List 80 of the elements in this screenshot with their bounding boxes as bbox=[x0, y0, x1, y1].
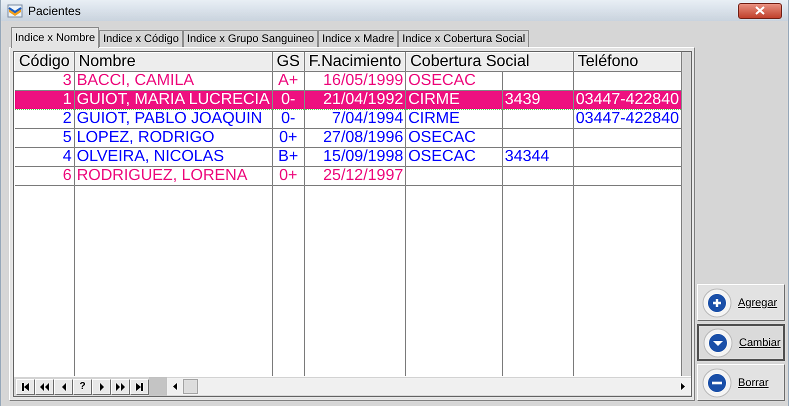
tab[interactable]: Indice x Cobertura Social bbox=[398, 30, 530, 47]
minus-icon bbox=[702, 368, 732, 398]
vertical-scrollbar[interactable] bbox=[682, 52, 691, 376]
app-icon bbox=[7, 4, 23, 18]
table-cell: GUIOT, PABLO JOAQUIN bbox=[76, 110, 262, 127]
close-icon bbox=[755, 6, 765, 15]
action-button[interactable]: Agregar bbox=[697, 284, 785, 321]
left-arrow-icon bbox=[62, 382, 66, 390]
table-row[interactable]: 5 LOPEZ, RODRIGO 0+ 27/08/1996 OSECAC bbox=[14, 128, 682, 148]
table-row[interactable]: 4 OLVEIRA, NICOLAS B+ 15/09/1998 OSECAC 34344 bbox=[14, 148, 682, 166]
empty-cell bbox=[502, 128, 574, 148]
first-record-icon bbox=[22, 382, 29, 390]
table-cell: LOPEZ, RODRIGO bbox=[76, 129, 214, 146]
table-cell: 6 bbox=[62, 167, 72, 184]
table-cell: 25/12/1997 bbox=[323, 167, 404, 184]
table-cell: 0+ bbox=[279, 167, 298, 184]
table-cell: CIRME bbox=[408, 110, 460, 127]
table-cell: GUIOT, MARIA LUCRECIA bbox=[76, 92, 270, 108]
tab[interactable]: Indice x Madre bbox=[318, 30, 398, 47]
column-header[interactable]: GS bbox=[272, 52, 304, 72]
table-cell: 4 bbox=[62, 148, 72, 165]
column-header[interactable]: F.Nacimiento bbox=[304, 52, 406, 72]
tab[interactable]: Indice x Nombre bbox=[11, 27, 100, 48]
table-cell: CIRME bbox=[408, 92, 460, 108]
table-cell: 03447-422840 bbox=[576, 92, 679, 108]
window-title: Pacientes bbox=[28, 4, 81, 18]
scroll-left-icon bbox=[173, 383, 177, 390]
navigator-button[interactable] bbox=[16, 378, 35, 394]
column-header[interactable]: Teléfono bbox=[573, 52, 682, 72]
help-button[interactable]: ? bbox=[73, 378, 92, 394]
table-cell: A+ bbox=[278, 72, 298, 89]
table-cell: 03447-422840 bbox=[576, 110, 679, 127]
column-header[interactable]: Código bbox=[14, 52, 74, 72]
empty-cell bbox=[502, 166, 574, 186]
double-right-arrow-icon bbox=[116, 382, 125, 390]
table-cell: 7/04/1994 bbox=[332, 110, 404, 127]
navigator-button[interactable] bbox=[130, 378, 149, 394]
double-left-arrow-icon bbox=[40, 382, 49, 390]
action-button[interactable]: Cambiar bbox=[697, 324, 785, 361]
navigator-button[interactable] bbox=[54, 378, 73, 394]
table-cell: OSECAC bbox=[408, 148, 476, 165]
table-cell: 16/05/1999 bbox=[323, 72, 404, 89]
table-cell: 3439 bbox=[504, 92, 540, 108]
table-cell: 21/04/1992 bbox=[323, 92, 404, 108]
plus-icon bbox=[702, 288, 732, 318]
table-cell: 5 bbox=[62, 129, 72, 146]
last-record-icon bbox=[136, 382, 143, 390]
navigator-button[interactable] bbox=[111, 378, 130, 394]
column-header[interactable]: Nombre bbox=[74, 52, 272, 72]
action-button[interactable]: Borrar bbox=[697, 364, 785, 401]
table-cell: 0+ bbox=[279, 129, 298, 146]
table-cell: B+ bbox=[278, 148, 298, 165]
table-cell: OSECAC bbox=[408, 72, 476, 89]
table-cell: 1 bbox=[62, 92, 72, 108]
empty-cell bbox=[502, 110, 574, 128]
table-cell: OLVEIRA, NICOLAS bbox=[76, 148, 224, 165]
close-button[interactable] bbox=[738, 2, 782, 18]
table-cell: 27/08/1996 bbox=[323, 129, 404, 146]
column-header[interactable]: Cobertura Social bbox=[406, 52, 574, 72]
table-cell: RODRIGUEZ, LORENA bbox=[76, 167, 248, 184]
right-arrow-icon bbox=[100, 382, 104, 390]
table-row[interactable]: 2 GUIOT, PABLO JOAQUIN 0- 7/04/1994 CIRME 03447-422840 bbox=[14, 110, 682, 128]
navigator-button[interactable] bbox=[92, 378, 111, 394]
table-cell: 0- bbox=[281, 92, 296, 108]
scroll-thumb[interactable] bbox=[183, 379, 198, 394]
tab[interactable]: Indice x Código bbox=[99, 30, 183, 47]
table-row[interactable]: 6 RODRIGUEZ, LORENA 0+ 25/12/1997 bbox=[14, 166, 682, 186]
navigator-button[interactable] bbox=[35, 378, 54, 394]
horizontal-scrollbar[interactable] bbox=[167, 378, 691, 395]
navigator-spacer bbox=[149, 377, 167, 396]
table-cell: 15/09/1998 bbox=[323, 148, 404, 165]
table-row[interactable]: 1 GUIOT, MARIA LUCRECIA 0- 21/04/1992 CIRME 3439 03447-422840 bbox=[14, 90, 682, 110]
scroll-right-icon bbox=[681, 383, 685, 390]
table-cell: 3 bbox=[62, 72, 72, 89]
tab[interactable]: Indice x Grupo Sanguineo bbox=[182, 30, 318, 47]
table-cell: 0- bbox=[281, 110, 296, 127]
table-cell: 34344 bbox=[504, 148, 550, 165]
table-cell: OSECAC bbox=[408, 129, 476, 146]
table-cell: 2 bbox=[62, 110, 72, 127]
table-cell: BACCI, CAMILA bbox=[76, 72, 194, 89]
